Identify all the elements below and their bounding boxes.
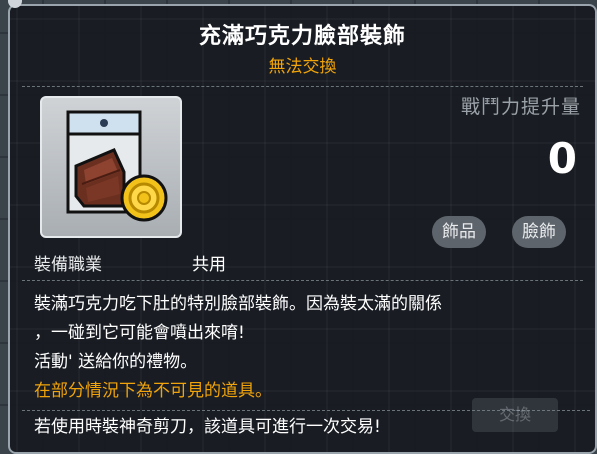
equip-job-label: 裝備職業 bbox=[34, 255, 102, 275]
background-trade-button[interactable]: 交換 bbox=[472, 398, 558, 432]
category-tag-accessory: 飾品 bbox=[432, 216, 486, 248]
item-tooltip: 充滿巧克力臉部裝飾 無法交換 戰鬥力提升量 0 飾品 臉飾 裝備職業 共用 裝滿… bbox=[8, 4, 597, 454]
category-tag-face: 臉飾 bbox=[512, 216, 566, 248]
equip-job-value: 共用 bbox=[192, 255, 226, 275]
combat-power-label: 戰鬥力提升量 bbox=[460, 96, 581, 118]
item-title: 充滿巧克力臉部裝飾 bbox=[198, 24, 406, 49]
divider bbox=[22, 280, 583, 281]
description-line: 裝滿巧克力吃下肚的特別臉部裝飾。因為裝太滿的關係 bbox=[34, 294, 442, 314]
item-icon-frame bbox=[40, 96, 182, 238]
description-line: 活動' 送給你的禮物。 bbox=[34, 352, 198, 372]
combat-power-value: 0 bbox=[547, 134, 577, 183]
trade-restriction-note: 無法交換 bbox=[268, 57, 337, 77]
description-line: ，一碰到它可能會噴出來唷! bbox=[34, 323, 245, 343]
chocolate-bar-with-gold-coin-icon bbox=[66, 110, 168, 222]
divider bbox=[22, 86, 583, 87]
